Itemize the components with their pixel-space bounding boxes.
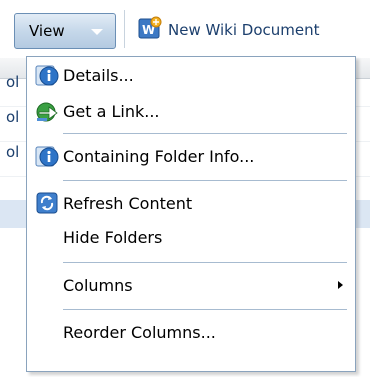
toolbar-separator [124,10,125,48]
menu-item-label: Columns [63,275,133,295]
menu-item-get-a-link[interactable]: Get a Link... [27,94,355,128]
menu-item-details[interactable]: Details... [27,58,355,92]
info-icon [35,144,59,168]
toolbar: View W New Wiki Document [0,0,370,58]
list-row-fragment: ol [6,143,20,161]
view-button-label: View [29,22,65,40]
menu-item-label: Get a Link... [63,101,160,121]
menu-separator [63,133,347,134]
new-wiki-document-button[interactable]: W New Wiki Document [138,14,320,46]
chevron-down-icon [91,29,103,35]
menu-separator [63,180,347,181]
list-row-fragment: ol [6,73,20,91]
menu-item-reorder-columns[interactable]: Reorder Columns... [27,315,355,349]
menu-item-hide-folders[interactable]: Hide Folders [27,220,355,254]
menu-separator [63,262,347,263]
menu-item-label: Containing Folder Info... [63,146,255,166]
menu-separator [63,309,347,310]
menu-item-label: Refresh Content [63,193,193,213]
refresh-icon [35,191,59,215]
menu-item-label: Hide Folders [63,227,163,247]
new-wiki-document-label: New Wiki Document [168,21,320,39]
wiki-document-icon: W [138,16,162,44]
link-arrow-icon [35,99,59,123]
info-icon [35,63,59,87]
view-menu-button[interactable]: View [14,13,116,49]
submenu-arrow-icon [338,281,343,289]
menu-item-refresh-content[interactable]: Refresh Content [27,186,355,220]
view-dropdown-menu: Details... Get a Link... Containing Fold… [26,56,356,372]
menu-item-containing-folder-info[interactable]: Containing Folder Info... [27,139,355,173]
list-row-fragment: ol [6,108,20,126]
menu-item-columns[interactable]: Columns [27,268,355,302]
menu-item-label: Details... [63,65,134,85]
menu-item-label: Reorder Columns... [63,322,216,342]
